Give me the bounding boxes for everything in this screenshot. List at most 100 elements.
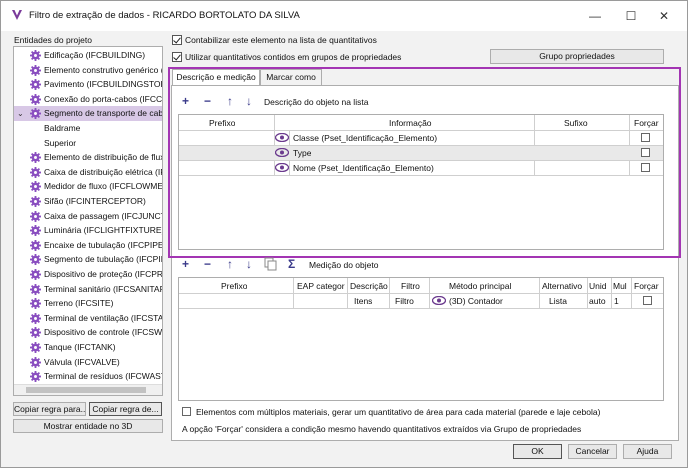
help-button[interactable]: Ajuda	[623, 444, 672, 459]
gear-icon	[30, 181, 41, 193]
entity-tree-item[interactable]: Elemento de distribuição de flux	[14, 150, 162, 165]
entity-tree-item[interactable]: Segmento de tubulação (IFCPIPE	[14, 252, 162, 267]
entity-tree-item-label: Superior	[44, 137, 77, 148]
use-quantities-checkbox[interactable]	[172, 52, 182, 62]
entity-tree-item-label: Edificação (IFCBUILDING)	[44, 50, 146, 60]
gear-icon	[30, 225, 41, 237]
measurement-table: Prefixo EAP categori Descrição Filtro Mé…	[178, 277, 664, 401]
entity-tree-item-label: Dispositivo de controle (IFCSWIT	[44, 327, 162, 338]
m-row-method[interactable]: (3D) Contador	[449, 294, 503, 308]
entity-tree-item[interactable]: Válvula (IFCVALVE)	[14, 355, 162, 370]
remove-measurement-icon[interactable]: −	[204, 258, 211, 270]
count-element-label: Contabilizar este elemento na lista de q…	[185, 35, 377, 45]
m-col-unit: Unid	[589, 281, 607, 291]
gear-icon	[30, 298, 41, 310]
entity-tree-item[interactable]: Sifão (IFCINTERCEPTOR)	[14, 194, 162, 209]
entity-tree-item[interactable]: Edificação (IFCBUILDING)	[14, 48, 162, 63]
m-col-description: Descrição	[350, 281, 388, 291]
m-row-mult[interactable]: 1	[614, 294, 619, 308]
m-row-alternative[interactable]: Lista	[549, 294, 567, 308]
gear-icon	[30, 254, 41, 266]
m-force-checkbox[interactable]	[643, 296, 652, 305]
gear-icon	[30, 108, 41, 120]
gear-icon	[30, 342, 41, 353]
cancel-button[interactable]: Cancelar	[568, 444, 617, 459]
entity-tree-item[interactable]: Caixa de passagem (IFCJUNCTIO	[14, 209, 162, 224]
close-button[interactable]: ✕	[653, 7, 675, 25]
m-col-prefix: Prefixo	[221, 281, 248, 291]
gear-icon	[30, 269, 41, 280]
m-col-alternative: Alternativo	[542, 281, 583, 291]
entity-tree-item-label: Medidor de fluxo (IFCFLOWMETI	[44, 181, 162, 192]
entity-tree-item[interactable]: Medidor de fluxo (IFCFLOWMETI	[14, 179, 162, 194]
entity-tree-item-label: Dispositivo de proteção (IFCPRO	[44, 269, 162, 279]
gear-icon	[30, 210, 41, 222]
count-element-checkbox[interactable]	[172, 35, 182, 45]
entity-tree-item-label: Terminal de resíduos (IFCWASTE	[44, 371, 162, 382]
entity-tree-item-label: Luminária (IFCLIGHTFIXTURE)	[44, 225, 162, 236]
measurement-toolbar-label: Medição do objeto	[309, 260, 379, 270]
m-row-description[interactable]: Itens	[354, 294, 372, 308]
m-col-eap: EAP categori	[297, 281, 345, 291]
gear-icon	[30, 50, 41, 61]
property-groups-button[interactable]: Grupo propriedades	[490, 49, 664, 64]
gear-icon	[30, 283, 41, 295]
entity-tree-item[interactable]: Superior	[14, 136, 162, 151]
entity-tree-item[interactable]: Conexão do porta-cabos (IFCCAI	[14, 92, 162, 107]
gear-icon	[30, 196, 41, 207]
entity-tree-item[interactable]: Luminária (IFCLIGHTFIXTURE)	[14, 223, 162, 238]
entity-tree-item[interactable]: Encaixe de tubulação (IFCPIPEFIT	[14, 238, 162, 253]
entity-tree-item-label: Caixa de distribuição elétrica (IFC	[44, 166, 162, 177]
gear-icon	[30, 93, 41, 105]
add-measurement-icon[interactable]: +	[182, 258, 189, 270]
copy-rule-to-button[interactable]: Copiar regra para...	[13, 402, 86, 416]
entity-tree-item[interactable]: Caixa de distribuição elétrica (IFC	[14, 165, 162, 180]
entity-tree-item-label: Baldrame	[44, 123, 81, 133]
ok-button[interactable]: OK	[513, 444, 562, 459]
m-col-force: Forçar	[634, 281, 659, 291]
entity-tree-item[interactable]: Dispositivo de proteção (IFCPRO	[14, 267, 162, 282]
gear-icon	[30, 327, 41, 339]
entity-tree-item-label: Elemento de distribuição de flux	[44, 152, 162, 163]
entity-tree-item[interactable]: Terminal sanitário (IFCSANITARY	[14, 282, 162, 297]
gear-icon	[30, 64, 41, 76]
copy-icon[interactable]	[264, 257, 278, 271]
entity-tree-item-label: Segmento de transporte de cabo	[44, 108, 162, 119]
entity-tree-item-label: Segmento de tubulação (IFCPIPE	[44, 254, 162, 265]
sigma-icon[interactable]: Σ	[288, 258, 295, 270]
gear-icon	[30, 371, 41, 383]
move-up-measurement-icon[interactable]: ↑	[227, 258, 233, 270]
chevron-down-icon[interactable]: ⌄	[17, 106, 24, 121]
entity-tree-item-label: Encaixe de tubulação (IFCPIPEFIT	[44, 239, 162, 250]
entity-tree-item[interactable]: Terminal de ventilação (IFCSTACI	[14, 311, 162, 326]
app-logo-icon	[12, 10, 22, 20]
maximize-button[interactable]: ☐	[620, 7, 642, 25]
entity-tree-item[interactable]: Dispositivo de controle (IFCSWIT	[14, 325, 162, 340]
entity-tree[interactable]: Edificação (IFCBUILDING) Elemento constru…	[13, 46, 163, 396]
entity-tree-item-label: Sifão (IFCINTERCEPTOR)	[44, 196, 146, 206]
entity-tree-item[interactable]: Baldrame	[14, 121, 162, 136]
m-row-filter[interactable]: Filtro	[395, 294, 414, 308]
entity-tree-item[interactable]: Pavimento (IFCBUILDINGSTOREY	[14, 77, 162, 92]
copy-rule-from-button[interactable]: Copiar regra de...	[89, 402, 162, 416]
entity-tree-item[interactable]: Terminal de resíduos (IFCWASTE	[14, 369, 162, 384]
entity-tree-item[interactable]: Elemento construtivo genérico (I	[14, 63, 162, 78]
tree-horizontal-scrollbar[interactable]	[14, 384, 162, 395]
gear-icon	[30, 356, 41, 368]
entity-tree-item[interactable]: Tanque (IFCTANK)	[14, 340, 162, 355]
eye-icon[interactable]	[432, 296, 446, 305]
m-row-unit[interactable]: auto	[589, 294, 606, 308]
entity-tree-item[interactable]: Terreno (IFCSITE)	[14, 296, 162, 311]
move-down-measurement-icon[interactable]: ↓	[246, 258, 252, 270]
gear-icon	[30, 239, 41, 251]
show-entity-3d-button[interactable]: Mostrar entidade no 3D	[13, 419, 163, 433]
entity-tree-item-label: Pavimento (IFCBUILDINGSTOREY	[44, 79, 162, 90]
scrollbar-thumb[interactable]	[26, 387, 146, 393]
multi-material-checkbox[interactable]	[182, 407, 191, 416]
highlight-frame	[168, 67, 681, 258]
minimize-button[interactable]: —	[584, 7, 606, 25]
force-note: A opção 'Forçar' considera a condição me…	[182, 424, 582, 434]
entity-tree-item[interactable]: ⌄ Segmento de transporte de cabo	[14, 106, 162, 122]
m-col-mult: Mul	[613, 281, 627, 291]
gear-icon	[30, 166, 41, 178]
